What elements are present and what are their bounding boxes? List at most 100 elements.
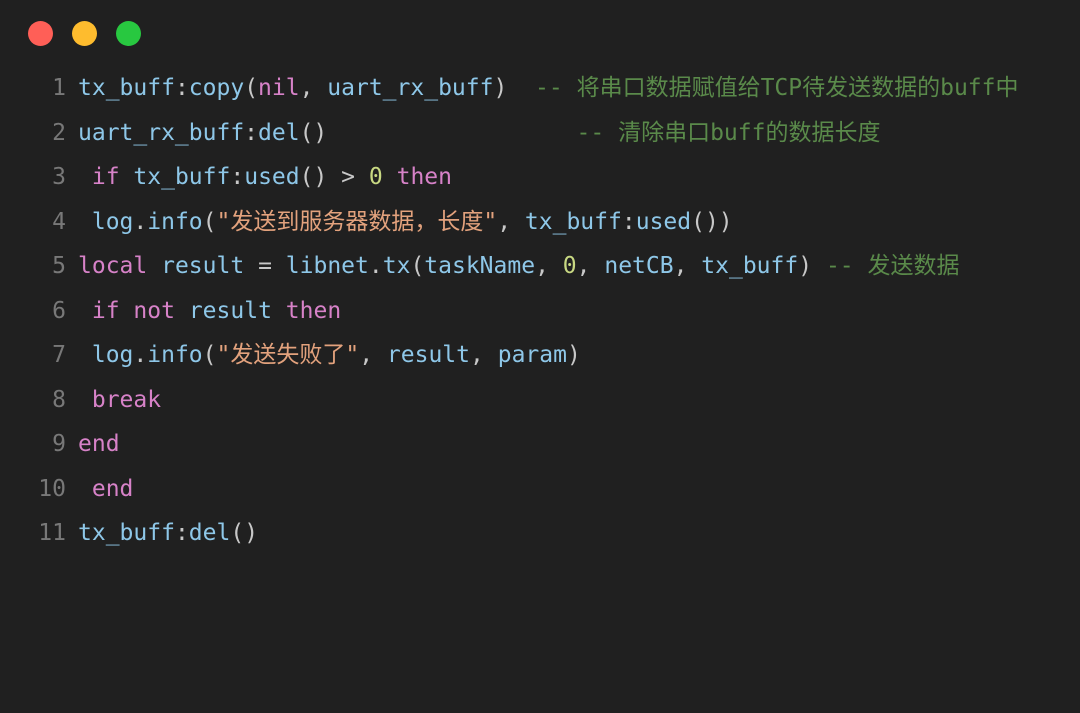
token-punc bbox=[78, 387, 92, 413]
line-content[interactable]: uart_rx_buff:del() -- 清除串口buff的数据长度 bbox=[78, 111, 1058, 156]
token-punc bbox=[327, 120, 576, 146]
token-punc: ()) bbox=[691, 208, 733, 235]
token-ident: tx_buff bbox=[701, 253, 799, 279]
token-fn: used bbox=[635, 208, 692, 235]
token-kw: end bbox=[78, 431, 120, 457]
token-fn: used bbox=[244, 164, 300, 190]
line-content[interactable]: log.info("发送失败了", result, param) bbox=[78, 333, 1058, 378]
token-punc bbox=[78, 342, 92, 368]
token-kw: end bbox=[91, 475, 134, 502]
line-content[interactable]: tx_buff:copy(nil, uart_rx_buff) -- 将串口数据… bbox=[78, 66, 1058, 111]
token-op: > bbox=[341, 164, 356, 190]
token-punc: : bbox=[244, 119, 259, 146]
line-number: 4 bbox=[52, 208, 66, 235]
token-punc: , bbox=[576, 253, 605, 279]
token-punc bbox=[78, 298, 92, 324]
token-punc: . bbox=[133, 342, 148, 368]
token-comment: -- 将串口数据赋值给TCP待发送数据的buff中 bbox=[535, 75, 1019, 101]
token-punc: () bbox=[299, 164, 342, 190]
token-punc: . bbox=[133, 208, 148, 235]
code-line: 4 log.info("发送到服务器数据，长度", tx_buff:used()… bbox=[0, 200, 1058, 245]
token-ident: result bbox=[386, 342, 471, 368]
code-line: 8 break bbox=[0, 378, 1058, 423]
token-fn: del bbox=[188, 520, 231, 546]
code-line: 3 if tx_buff:used() > 0 then bbox=[0, 155, 1058, 200]
token-punc: () bbox=[230, 520, 259, 546]
minimize-button[interactable] bbox=[72, 20, 97, 46]
token-punc: ( bbox=[202, 208, 217, 235]
line-content[interactable]: end bbox=[78, 422, 1058, 467]
token-punc bbox=[147, 253, 161, 279]
token-fn: info bbox=[147, 208, 203, 235]
token-punc: : bbox=[174, 520, 189, 546]
line-number: 3 bbox=[52, 164, 66, 190]
token-ident: uart_rx_buff bbox=[327, 75, 494, 101]
token-str: "发送到服务器数据，长度" bbox=[216, 208, 498, 235]
line-number: 11 bbox=[38, 520, 66, 546]
token-ident: uart_rx_buff bbox=[78, 119, 245, 146]
line-content[interactable]: log.info("发送到服务器数据，长度", tx_buff:used()) bbox=[78, 200, 1058, 245]
code-editor[interactable]: 1 tx_buff:copy(nil, uart_rx_buff) -- 将串口数… bbox=[0, 66, 1080, 556]
code-line: 10 end bbox=[0, 467, 1058, 512]
window-controls bbox=[28, 20, 141, 46]
token-punc bbox=[383, 164, 397, 190]
token-punc: : bbox=[230, 164, 245, 190]
line-number: 9 bbox=[52, 431, 66, 457]
code-lines: 1 tx_buff:copy(nil, uart_rx_buff) -- 将串口数… bbox=[0, 66, 1058, 556]
line-content[interactable]: local result = libnet.tx(taskName, 0, ne… bbox=[78, 244, 1058, 289]
line-number: 1 bbox=[52, 75, 66, 101]
code-line: 5 local result = libnet.tx(taskName, 0, n… bbox=[0, 244, 1058, 289]
token-punc bbox=[78, 209, 92, 235]
close-button[interactable] bbox=[28, 20, 53, 46]
code-line: 9 end bbox=[0, 422, 1058, 467]
token-kw: if bbox=[91, 164, 120, 190]
code-lines-body: 1 tx_buff:copy(nil, uart_rx_buff) -- 将串口数… bbox=[0, 66, 1058, 556]
code-line: 11 tx_buff:del() bbox=[0, 511, 1058, 556]
line-content[interactable]: if not result then bbox=[78, 289, 1058, 334]
token-punc: , bbox=[535, 253, 563, 279]
token-punc bbox=[355, 164, 369, 190]
token-punc: () bbox=[299, 119, 328, 146]
line-content[interactable]: tx_buff:del() bbox=[78, 511, 1058, 556]
line-number: 8 bbox=[52, 386, 66, 413]
token-ident: libnet bbox=[285, 253, 369, 279]
token-ident: tx_buff bbox=[78, 520, 175, 546]
line-number: 6 bbox=[52, 297, 66, 324]
token-comment: -- 清除串口buff的数据长度 bbox=[576, 119, 881, 146]
token-comment: -- 发送数据 bbox=[825, 253, 960, 279]
token-kw: then bbox=[285, 297, 342, 324]
token-punc bbox=[272, 253, 286, 279]
token-punc: : bbox=[621, 208, 636, 235]
line-content[interactable]: end bbox=[78, 467, 1058, 512]
token-punc bbox=[507, 75, 535, 101]
token-ident: result bbox=[188, 297, 272, 324]
token-kw: not bbox=[133, 297, 175, 324]
code-line: 2 uart_rx_buff:del() -- 清除串口buff的数据长度 bbox=[0, 111, 1058, 156]
token-ident: netCB bbox=[604, 253, 674, 279]
token-punc: , bbox=[470, 342, 498, 368]
token-punc: ) bbox=[798, 253, 813, 279]
token-kw: break bbox=[91, 386, 162, 413]
line-content[interactable]: break bbox=[78, 378, 1058, 423]
maximize-button[interactable] bbox=[116, 20, 141, 46]
line-number: 2 bbox=[52, 119, 66, 146]
line-content[interactable]: if tx_buff:used() > 0 then bbox=[78, 155, 1058, 200]
token-ident: tx_buff bbox=[133, 164, 231, 190]
token-ident: param bbox=[497, 342, 567, 368]
window-titlebar bbox=[0, 0, 1080, 66]
line-number: 5 bbox=[52, 253, 66, 279]
token-ident: taskName bbox=[424, 253, 536, 279]
token-punc bbox=[272, 298, 286, 324]
token-punc: , bbox=[359, 342, 387, 368]
token-punc: ) bbox=[493, 75, 508, 101]
token-punc: , bbox=[673, 253, 702, 279]
token-kw: local bbox=[78, 253, 148, 279]
token-num: 0 bbox=[562, 253, 577, 279]
token-punc bbox=[78, 164, 92, 190]
token-kw: then bbox=[396, 164, 452, 190]
token-ident: log bbox=[91, 342, 134, 368]
token-punc bbox=[78, 476, 92, 502]
code-line: 7 log.info("发送失败了", result, param) bbox=[0, 333, 1058, 378]
code-line: 1 tx_buff:copy(nil, uart_rx_buff) -- 将串口数… bbox=[0, 66, 1058, 111]
code-line: 6 if not result then bbox=[0, 289, 1058, 334]
